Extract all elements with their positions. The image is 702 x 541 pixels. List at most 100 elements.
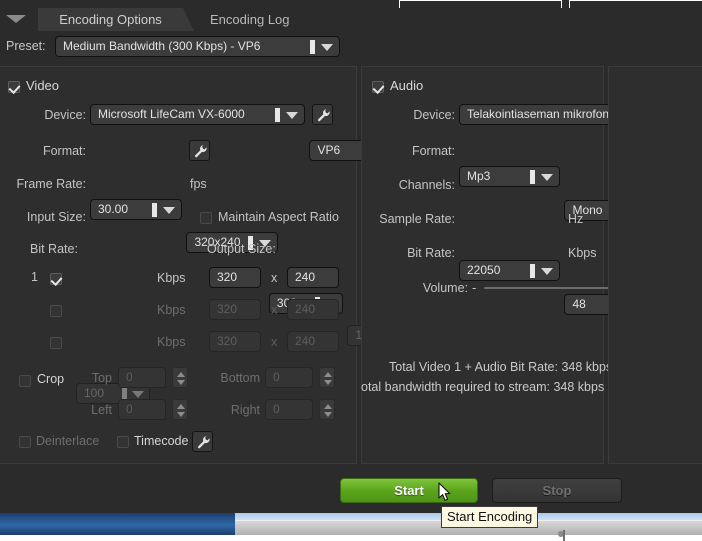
crop-left-stepper[interactable] (172, 399, 188, 420)
crop-left-value: 0 (126, 402, 133, 416)
video-device-select[interactable]: Microsoft LifeCam VX-6000 (90, 104, 305, 125)
tab-encoding-options[interactable]: Encoding Options (38, 8, 194, 31)
video-format-label: Format: (42, 144, 86, 158)
deinterlace-checkbox[interactable] (19, 436, 31, 448)
audio-format-select[interactable]: Mp3 (459, 166, 560, 187)
stream-1-width-input[interactable]: 320 (209, 267, 261, 288)
audio-section-label: Audio (390, 78, 424, 93)
stream-2-width-input[interactable]: 320 (209, 299, 261, 320)
video-section-label: Video (26, 78, 60, 93)
timecode-settings-button[interactable] (192, 431, 213, 452)
video-format-settings-button[interactable] (189, 140, 210, 161)
stream-1-height-input[interactable]: 240 (287, 267, 339, 288)
maintain-aspect-ratio-checkbox[interactable] (200, 212, 212, 224)
crop-checkbox[interactable] (19, 375, 31, 387)
chevron-down-icon (541, 268, 553, 275)
crop-top-stepper[interactable] (172, 367, 188, 388)
crop-bottom-label: Bottom (220, 371, 260, 385)
tab-encoding-log[interactable]: Encoding Log (196, 8, 304, 31)
timecode-checkbox[interactable] (117, 436, 129, 448)
crop-bottom-input[interactable]: 0 (265, 367, 313, 388)
crop-bottom-value: 0 (273, 370, 280, 384)
top-background-strip (0, 0, 702, 8)
triangle-up-icon (324, 372, 332, 377)
stream-3-bitrate-unit: Kbps (157, 335, 186, 349)
video-device-settings-button[interactable] (312, 104, 333, 125)
audio-channels-label: Channels: (398, 178, 455, 192)
encoder-window: Encoding Options Encoding Log Preset: Me… (0, 0, 702, 541)
wrench-icon (194, 145, 207, 158)
audio-format-tick (530, 170, 535, 184)
stream-1-bitrate-unit: Kbps (157, 271, 186, 285)
wrench-icon (317, 109, 330, 122)
stop-button[interactable]: Stop (492, 478, 622, 503)
total-bitrate-text: Total Video 1 + Audio Bit Rate: 348 kbps (389, 360, 613, 374)
maintain-aspect-ratio-label: Maintain Aspect Ratio (218, 210, 339, 224)
triangle-down-icon (177, 412, 185, 417)
stream-1-enable-checkbox[interactable] (50, 273, 62, 285)
triangle-down-icon (324, 412, 332, 417)
stream-3-height-input[interactable]: 240 (287, 331, 339, 352)
triangle-down-icon (324, 380, 332, 385)
stream-1-height-value: 240 (295, 270, 316, 284)
bitrate-header: Bit Rate: (30, 242, 78, 256)
stream-2-enable-checkbox[interactable] (50, 305, 62, 317)
audio-bitrate-value: 48 (572, 297, 586, 311)
stream-2-width-value: 320 (217, 302, 238, 316)
video-framerate-tick (152, 203, 157, 217)
audio-format-value: Mp3 (467, 169, 491, 183)
video-device-tick (275, 108, 280, 122)
chevron-down-icon (321, 44, 333, 51)
crop-right-input[interactable]: 0 (265, 399, 313, 420)
preset-label: Preset: (6, 39, 46, 53)
triangle-up-icon (177, 372, 185, 377)
stream-2-height-input[interactable]: 240 (287, 299, 339, 320)
audio-samplerate-select[interactable]: 22050 (459, 260, 560, 281)
audio-bitrate-unit: Kbps (568, 246, 597, 260)
background-window-1 (399, 0, 562, 8)
triangle-down-icon (177, 380, 185, 385)
action-bar: Start Stop (0, 466, 702, 513)
preset-select[interactable]: Medium Bandwidth (300 Kbps) - VP6 (55, 36, 340, 57)
crop-right-stepper[interactable] (319, 399, 335, 420)
chevron-down-icon (132, 391, 144, 398)
mouse-pointer-icon (438, 482, 451, 501)
audio-samplerate-label: Sample Rate: (379, 212, 455, 226)
crop-right-value: 0 (273, 402, 280, 416)
audio-device-label: Device: (413, 108, 455, 122)
bandwidth-required-text: otal bandwidth required to stream: 348 k… (361, 380, 605, 394)
chevron-down-icon (163, 207, 175, 214)
video-inputsize-label: Input Size: (26, 210, 86, 224)
crop-right-label: Right (230, 403, 260, 417)
stream-2-bitrate-unit: Kbps (157, 303, 186, 317)
chevron-down-icon[interactable] (6, 15, 26, 23)
audio-enable-checkbox[interactable] (372, 81, 384, 93)
taskbar-active-item (0, 513, 235, 535)
chevron-down-icon (286, 112, 298, 119)
stream-3-width-input[interactable]: 320 (209, 331, 261, 352)
triangle-up-icon (177, 404, 185, 409)
right-filler-panel (608, 66, 702, 464)
volume-label: Volume: (422, 281, 468, 295)
volume-minus-label: - (472, 280, 477, 295)
video-format-value: VP6 (317, 143, 341, 157)
video-device-label: Device: (44, 108, 86, 122)
video-enable-checkbox[interactable] (8, 81, 20, 93)
crop-left-input[interactable]: 0 (118, 399, 166, 420)
stream-3-height-value: 240 (295, 334, 316, 348)
audio-samplerate-unit: Hz (568, 212, 584, 226)
video-framerate-value: 30.00 (98, 202, 129, 216)
preset-value: Medium Bandwidth (300 Kbps) - VP6 (63, 39, 261, 53)
audio-format-label: Format: (411, 144, 455, 158)
crop-top-input[interactable]: 0 (118, 367, 166, 388)
crop-bottom-stepper[interactable] (319, 367, 335, 388)
video-framerate-select[interactable]: 30.00 (90, 199, 182, 220)
stream-1-number: 1 (31, 270, 38, 284)
os-taskbar (0, 513, 702, 541)
stream-3-enable-checkbox[interactable] (50, 337, 62, 349)
video-panel: Video Device: Microsoft LifeCam VX-6000 … (0, 66, 422, 464)
stream-3-x-separator: x (271, 335, 278, 349)
start-button[interactable]: Start (340, 478, 478, 503)
scrollbar-grip (563, 530, 565, 541)
stream-3-bitrate-value: 100 (84, 386, 105, 400)
